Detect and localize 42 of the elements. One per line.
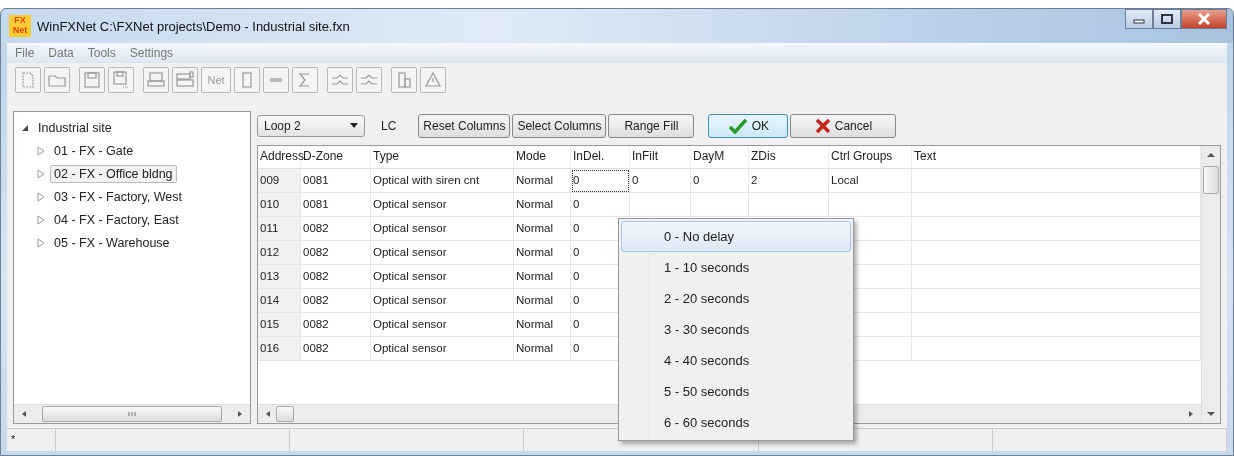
table-cell: Optical sensor — [371, 337, 514, 361]
table-cell: 0082 — [301, 313, 371, 337]
table-cell: Normal — [514, 193, 571, 217]
table-cell: 0082 — [301, 289, 371, 313]
table-cell: 0 — [571, 169, 630, 193]
table-cell: Normal — [514, 241, 571, 265]
table-cell: 0 — [691, 169, 749, 193]
table-cell: 0082 — [301, 217, 371, 241]
table-cell: Normal — [514, 313, 571, 337]
table-cell: 015 — [258, 313, 301, 337]
table-cell: 0081 — [301, 193, 371, 217]
table-cell: 009 — [258, 169, 301, 193]
table-cell: Normal — [514, 289, 571, 313]
table-cell: Optical sensor — [371, 241, 514, 265]
table-cell: Optical sensor — [371, 289, 514, 313]
table-cell: 014 — [258, 289, 301, 313]
table-cell: 0082 — [301, 241, 371, 265]
table-cell: 016 — [258, 337, 301, 361]
table-cell: Normal — [514, 337, 571, 361]
table-cell: Normal — [514, 265, 571, 289]
table-cell: 011 — [258, 217, 301, 241]
table-cell: Normal — [514, 217, 571, 241]
lc-label: LC — [381, 119, 397, 133]
app-logo: FX Net — [9, 15, 31, 37]
table-cell: 010 — [258, 193, 301, 217]
table-cell: 012 — [258, 241, 301, 265]
table-cell: 0082 — [301, 265, 371, 289]
table-cell: Normal — [514, 169, 571, 193]
table-cell: 0081 — [301, 169, 371, 193]
table-cell: 0082 — [301, 337, 371, 361]
table-cell: 013 — [258, 265, 301, 289]
table-cell: 0 — [630, 169, 691, 193]
table-cell: 0 — [571, 193, 630, 217]
table-cell: Optical sensor — [371, 265, 514, 289]
table-cell: Optical sensor — [371, 217, 514, 241]
table-cell: 2 — [749, 169, 829, 193]
table-cell: Optical sensor — [371, 193, 514, 217]
window-title: WinFXNet C:\FXNet projects\Demo - Industrial site.fxn — [37, 18, 350, 34]
status-text: * — [7, 429, 56, 451]
table-cell: Optical with siren cnt — [371, 169, 514, 193]
table-cell: Optical sensor — [371, 313, 514, 337]
table-cell: Local — [829, 169, 912, 193]
